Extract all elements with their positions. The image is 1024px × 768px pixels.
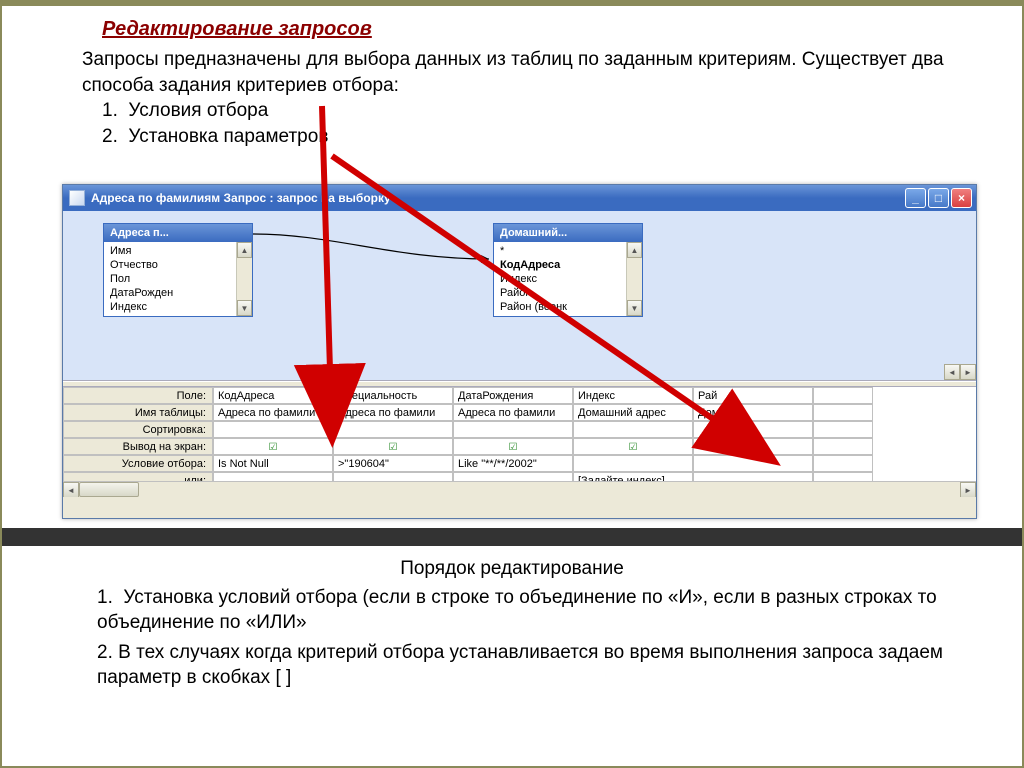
table-cell[interactable]: Дом	[693, 404, 813, 421]
bottom-item-1: 1. Установка условий отбора (если в стро…	[2, 580, 1022, 635]
scroll-left-icon[interactable]: ◄	[63, 482, 79, 497]
scroll-right-icon[interactable]: ►	[960, 482, 976, 497]
criteria-cell[interactable]: >"190604"	[333, 455, 453, 472]
field-item-key[interactable]: КодАдреса	[494, 258, 626, 272]
criteria-cell[interactable]	[813, 455, 873, 472]
field-cell[interactable]: Специальность	[333, 387, 453, 404]
field-item[interactable]: ДатаРожден	[104, 286, 236, 300]
scroll-up-icon[interactable]: ▲	[627, 242, 642, 258]
lower-hscroll[interactable]: ◄ ►	[63, 481, 976, 497]
field-item[interactable]: Пол	[104, 272, 236, 286]
row-label-table: Имя таблицы:	[63, 404, 213, 421]
field-item[interactable]: Отчество	[104, 258, 236, 272]
show-checkbox[interactable]: ☑	[333, 438, 453, 455]
field-item[interactable]: Индекс	[104, 300, 236, 314]
criteria-cell[interactable]: Like "**/**/2002"	[453, 455, 573, 472]
table-cell[interactable]: Адреса по фамили	[453, 404, 573, 421]
table-cell[interactable]: Адреса по фамили	[213, 404, 333, 421]
show-checkbox[interactable]	[813, 438, 873, 455]
sort-cell[interactable]	[333, 421, 453, 438]
titlebar[interactable]: Адреса по фамилиям Запрос : запрос на вы…	[63, 185, 976, 211]
show-checkbox[interactable]	[693, 438, 813, 455]
intro-item-2: 2. Установка параметров	[82, 124, 982, 150]
scroll-down-icon[interactable]: ▼	[237, 300, 252, 316]
scrollbar-vertical[interactable]: ▲ ▼	[626, 242, 642, 316]
row-label-field: Поле:	[63, 387, 213, 404]
criteria-cell[interactable]	[693, 455, 813, 472]
field-item[interactable]: Район	[494, 286, 626, 300]
show-checkbox[interactable]: ☑	[573, 438, 693, 455]
sort-cell[interactable]	[693, 421, 813, 438]
app-icon	[69, 190, 85, 206]
row-label-sort: Сортировка:	[63, 421, 213, 438]
field-cell[interactable]: Рай	[693, 387, 813, 404]
intro-item-1: 1. Условия отбора	[82, 98, 982, 124]
relationship-line	[253, 231, 493, 271]
sort-cell[interactable]	[813, 421, 873, 438]
scroll-up-icon[interactable]: ▲	[237, 242, 252, 258]
table-adresa[interactable]: Адреса п... Имя Отчество Пол ДатаРожден …	[103, 223, 253, 317]
design-grid-pane[interactable]: Поле: КодАдреса Специальность ДатаРожден…	[63, 387, 976, 497]
field-item[interactable]: Район (военк	[494, 300, 626, 314]
table-cell[interactable]	[813, 404, 873, 421]
query-design-window: Адреса по фамилиям Запрос : запрос на вы…	[62, 184, 977, 519]
field-cell[interactable]	[813, 387, 873, 404]
design-grid[interactable]: Поле: КодАдреса Специальность ДатаРожден…	[63, 387, 976, 489]
table-adresa-fields[interactable]: Имя Отчество Пол ДатаРожден Индекс	[104, 242, 236, 316]
sort-cell[interactable]	[453, 421, 573, 438]
criteria-cell[interactable]	[573, 455, 693, 472]
field-item[interactable]: Индекс	[494, 272, 626, 286]
scroll-left-icon[interactable]: ◄	[944, 364, 960, 380]
table-domashniy[interactable]: Домашний... * КодАдреса Индекс Район Рай…	[493, 223, 643, 317]
relationship-pane[interactable]: Адреса п... Имя Отчество Пол ДатаРожден …	[63, 211, 976, 381]
sort-cell[interactable]	[213, 421, 333, 438]
close-button[interactable]: ×	[951, 188, 972, 208]
scroll-right-icon[interactable]: ►	[960, 364, 976, 380]
field-item[interactable]: *	[494, 244, 626, 258]
intro-paragraph: Запросы предназначены для выбора данных …	[82, 47, 982, 98]
slide-title: Редактирование запросов	[2, 6, 1022, 47]
field-cell[interactable]: ДатаРождения	[453, 387, 573, 404]
scroll-thumb[interactable]	[79, 482, 139, 497]
show-checkbox[interactable]: ☑	[213, 438, 333, 455]
field-cell[interactable]: КодАдреса	[213, 387, 333, 404]
field-cell[interactable]: Индекс	[573, 387, 693, 404]
scroll-down-icon[interactable]: ▼	[627, 300, 642, 316]
bottom-item-2: 2. В тех случаях когда критерий отбора у…	[2, 635, 1022, 690]
field-item[interactable]: Имя	[104, 244, 236, 258]
table-cell[interactable]: Адреса по фамили	[333, 404, 453, 421]
show-checkbox[interactable]: ☑	[453, 438, 573, 455]
table-domashniy-fields[interactable]: * КодАдреса Индекс Район Район (военк	[494, 242, 626, 316]
scrollbar-vertical[interactable]: ▲ ▼	[236, 242, 252, 316]
window-title: Адреса по фамилиям Запрос : запрос на вы…	[91, 191, 903, 205]
table-domashniy-header[interactable]: Домашний...	[494, 224, 642, 242]
sort-cell[interactable]	[573, 421, 693, 438]
maximize-button[interactable]: □	[928, 188, 949, 208]
bottom-heading: Порядок редактирование	[2, 552, 1022, 580]
table-cell[interactable]: Домашний адрес	[573, 404, 693, 421]
row-label-show: Вывод на экран:	[63, 438, 213, 455]
minimize-button[interactable]: _	[905, 188, 926, 208]
table-adresa-header[interactable]: Адреса п...	[104, 224, 252, 242]
decorative-bar	[2, 528, 1022, 546]
intro-block: Запросы предназначены для выбора данных …	[2, 47, 1022, 150]
upper-hscroll[interactable]: ◄ ►	[63, 364, 976, 380]
row-label-criteria: Условие отбора:	[63, 455, 213, 472]
criteria-cell[interactable]: Is Not Null	[213, 455, 333, 472]
